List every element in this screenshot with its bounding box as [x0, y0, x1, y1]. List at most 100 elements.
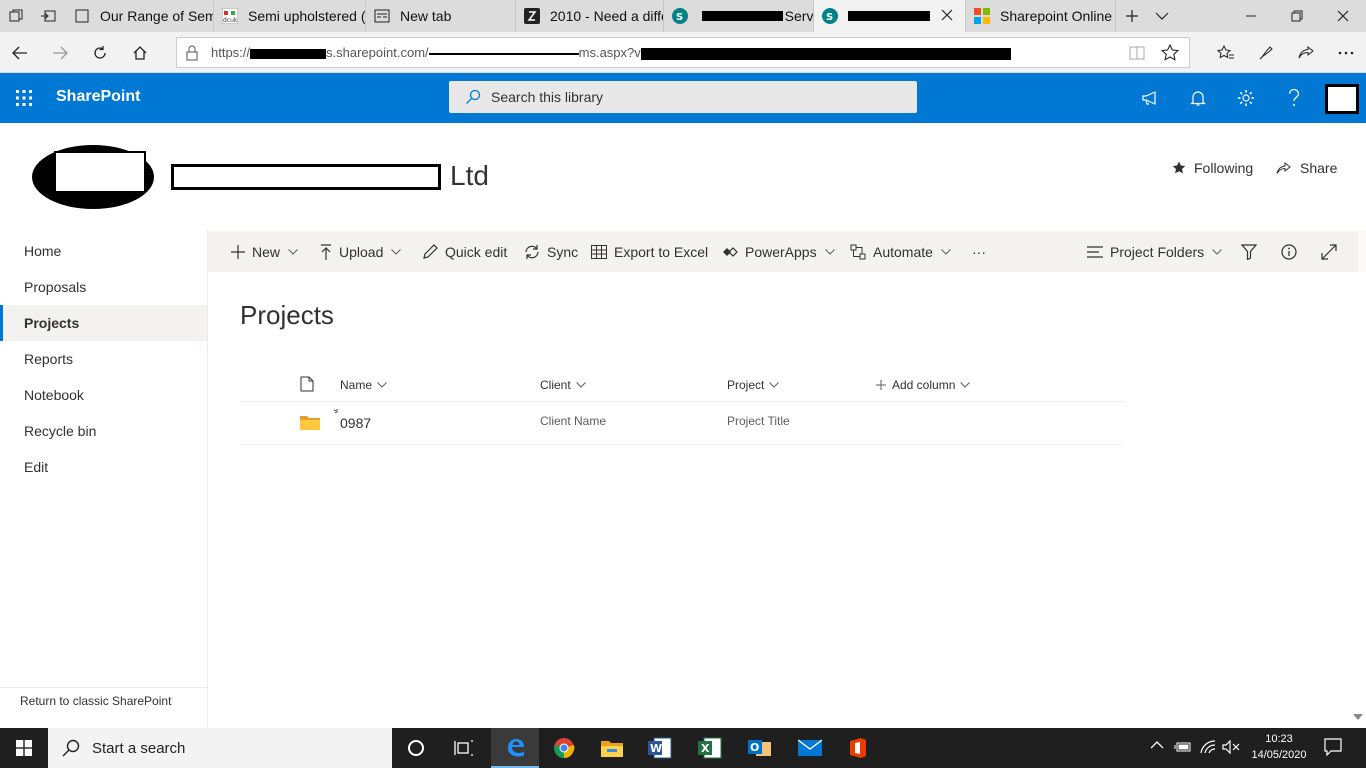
pen-notes-icon[interactable]	[1246, 32, 1286, 73]
site-name-suffix[interactable]: Ltd	[450, 160, 489, 192]
scroll-down-arrow-icon[interactable]	[1353, 714, 1363, 720]
notifications-bell-icon[interactable]	[1174, 73, 1222, 123]
nav-item-edit[interactable]: Edit	[0, 449, 207, 485]
system-clock[interactable]: 10:23 14/05/2020	[1246, 731, 1312, 763]
app-launcher-waffle-icon[interactable]	[0, 73, 48, 123]
filter-funnel-icon[interactable]	[1241, 232, 1257, 272]
tab-2010-need[interactable]: 2010 - Need a diffe	[516, 0, 664, 32]
plus-icon	[231, 245, 245, 259]
column-header-client[interactable]: Client	[540, 378, 586, 392]
restore-icon[interactable]	[1274, 0, 1320, 32]
office-app-icon[interactable]	[834, 728, 882, 768]
table-row[interactable]	[240, 402, 1125, 444]
volume-muted-icon[interactable]	[1222, 740, 1240, 754]
site-logo[interactable]	[32, 145, 154, 209]
upload-arrow-icon	[320, 244, 332, 260]
nav-item-proposals[interactable]: Proposals	[0, 269, 207, 305]
edge-browser-icon[interactable]	[491, 728, 539, 768]
chevron-down-icon	[1212, 249, 1223, 255]
expand-fullscreen-icon[interactable]	[1321, 232, 1337, 272]
add-column-button[interactable]: Add column	[876, 378, 971, 392]
tab-sharepoint-redacted[interactable]: S Serv	[664, 0, 814, 32]
column-header-name[interactable]: Name	[340, 378, 387, 392]
help-question-icon[interactable]	[1270, 73, 1318, 123]
site-favicon	[524, 8, 540, 24]
minimize-icon[interactable]	[1228, 0, 1274, 32]
column-header-project[interactable]: Project	[727, 378, 780, 392]
url-text: https://s.sharepoint.com/ms.aspx?v	[211, 45, 1011, 60]
word-app-icon[interactable]: W	[636, 728, 684, 768]
tab-new-tab[interactable]: New tab	[366, 0, 516, 32]
tab-actions-icon[interactable]	[0, 0, 32, 32]
battery-icon[interactable]	[1174, 740, 1192, 754]
vertical-scrollbar[interactable]	[1350, 272, 1366, 728]
sharepoint-app-name[interactable]: SharePoint	[56, 88, 140, 106]
site-name-redacted[interactable]	[171, 164, 441, 190]
pencil-icon	[422, 244, 438, 260]
quick-edit-button[interactable]: Quick edit	[422, 232, 507, 272]
tab-active[interactable]: S	[814, 0, 966, 32]
file-type-column-icon[interactable]	[300, 376, 314, 392]
svg-text:S: S	[826, 12, 833, 23]
nav-item-notebook[interactable]: Notebook	[0, 377, 207, 413]
tab-our-range[interactable]: Our Range of Semi	[66, 0, 214, 32]
powerapps-button[interactable]: PowerApps	[722, 232, 835, 272]
svg-text:dcuk: dcuk	[223, 17, 238, 24]
chrome-browser-icon[interactable]	[540, 728, 588, 768]
info-pane-icon[interactable]	[1281, 232, 1297, 272]
task-view-icon[interactable]	[440, 728, 488, 768]
cortana-circle-icon[interactable]	[392, 728, 440, 768]
export-to-excel-button[interactable]: Export to Excel	[591, 232, 708, 272]
share-site-button[interactable]: Share	[1276, 160, 1337, 176]
nav-item-home[interactable]: Home	[0, 233, 207, 269]
nav-item-projects[interactable]: Projects	[0, 305, 207, 341]
refresh-icon[interactable]	[80, 32, 120, 73]
chevron-down-icon	[391, 249, 402, 255]
automate-button[interactable]: Automate	[850, 232, 951, 272]
home-icon[interactable]	[120, 32, 160, 73]
megaphone-whats-new-icon[interactable]	[1126, 73, 1174, 123]
view-label: Project Folders	[1110, 244, 1205, 260]
file-explorer-icon[interactable]	[588, 728, 636, 768]
show-hidden-icons-chevron-icon[interactable]	[1150, 740, 1164, 750]
favorites-hub-icon[interactable]	[1206, 32, 1246, 73]
user-avatar[interactable]	[1325, 84, 1359, 114]
taskbar-search-box[interactable]	[48, 728, 392, 768]
address-bar[interactable]: https://s.sharepoint.com/ms.aspx?v	[176, 37, 1190, 68]
tab-preview-chevron-icon[interactable]	[1146, 0, 1178, 32]
search-input[interactable]	[491, 89, 891, 105]
following-button[interactable]: Following	[1172, 160, 1253, 176]
back-arrow-icon[interactable]	[0, 32, 40, 73]
nav-item-recycle-bin[interactable]: Recycle bin	[0, 413, 207, 449]
view-switcher-button[interactable]: Project Folders	[1087, 232, 1223, 272]
more-commands-button[interactable]: ···	[972, 232, 986, 272]
settings-more-icon[interactable]	[1326, 32, 1366, 73]
outlook-app-icon[interactable]: O	[736, 728, 784, 768]
return-to-classic-link[interactable]: Return to classic SharePoint	[20, 694, 171, 708]
new-button[interactable]: New	[231, 232, 298, 272]
new-tab-plus-icon[interactable]	[1116, 0, 1148, 32]
sync-label: Sync	[547, 244, 579, 260]
tab-semi-upholstered[interactable]: dcuk Semi upholstered (	[214, 0, 366, 32]
tab-sharepoint-online[interactable]: Sharepoint Online	[966, 0, 1116, 32]
close-window-icon[interactable]	[1320, 0, 1366, 32]
wifi-network-icon[interactable]	[1200, 740, 1216, 754]
upload-button[interactable]: Upload	[320, 232, 402, 272]
action-center-icon[interactable]	[1324, 738, 1342, 756]
sync-button[interactable]: Sync	[524, 232, 578, 272]
taskbar-search-input[interactable]	[92, 739, 372, 757]
windows-start-icon[interactable]	[0, 728, 48, 768]
favorite-star-icon[interactable]	[1161, 44, 1179, 62]
folder-icon[interactable]	[300, 414, 320, 430]
forward-arrow-icon[interactable]	[40, 32, 80, 73]
folder-name-link[interactable]: 0987	[340, 415, 371, 431]
share-page-icon[interactable]	[1286, 32, 1326, 73]
reading-view-icon[interactable]	[1129, 45, 1145, 61]
close-tab-icon[interactable]	[940, 8, 954, 22]
nav-item-reports[interactable]: Reports	[0, 341, 207, 377]
library-search-box[interactable]	[449, 81, 917, 113]
set-aside-tabs-icon[interactable]	[32, 0, 64, 32]
excel-app-icon[interactable]: X	[686, 728, 734, 768]
settings-gear-icon[interactable]	[1222, 73, 1270, 123]
mail-app-icon[interactable]	[786, 728, 834, 768]
